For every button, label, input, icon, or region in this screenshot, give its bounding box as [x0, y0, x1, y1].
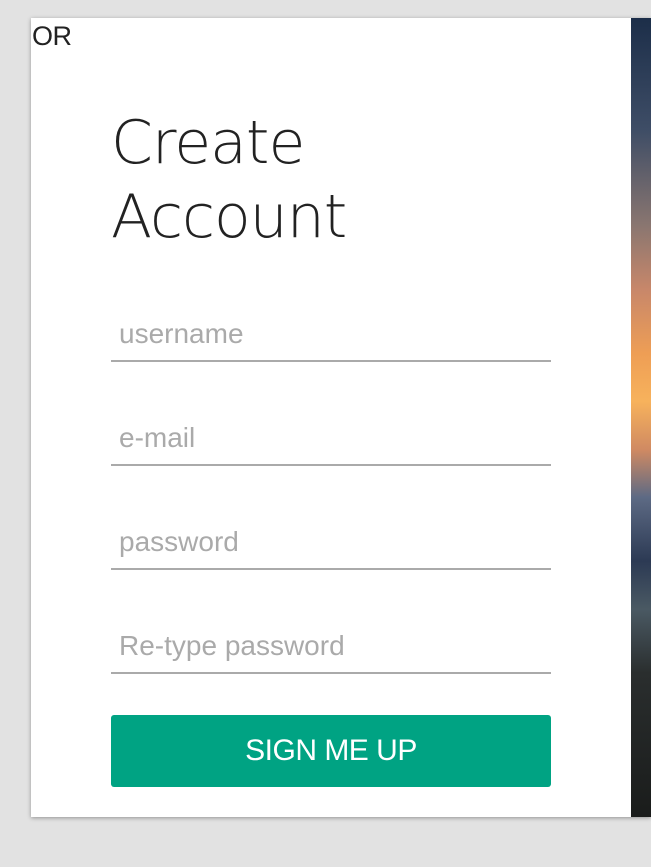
- fields-group: [111, 299, 551, 674]
- email-field-wrapper: [111, 403, 551, 466]
- sign-up-button[interactable]: SIGN ME UP: [111, 715, 551, 787]
- signup-card: OR Create Account SIGN ME UP: [31, 18, 651, 817]
- title-line-2: Account: [111, 182, 347, 252]
- retype-password-field-wrapper: [111, 611, 551, 674]
- retype-password-input[interactable]: [111, 622, 551, 670]
- scenic-background-image: [631, 18, 651, 817]
- password-input[interactable]: [111, 518, 551, 566]
- email-input[interactable]: [111, 414, 551, 462]
- password-field-wrapper: [111, 507, 551, 570]
- page-title: Create Account: [111, 106, 411, 254]
- username-field-wrapper: [111, 299, 551, 362]
- create-account-form: Create Account SIGN ME UP: [111, 106, 551, 787]
- title-line-1: Create: [111, 108, 305, 178]
- username-input[interactable]: [111, 310, 551, 358]
- or-divider-label: OR: [32, 21, 72, 51]
